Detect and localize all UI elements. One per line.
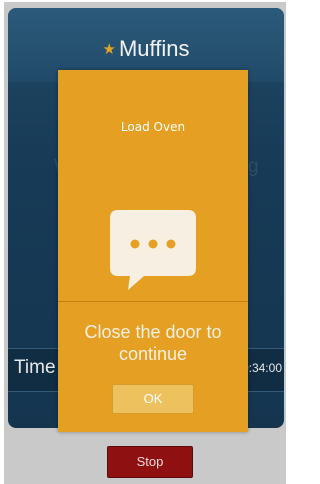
load-oven-dialog: Load Oven Close the door to continue OK [58, 70, 248, 432]
background-status-text-right: g [248, 156, 259, 177]
ok-button[interactable]: OK [112, 384, 194, 414]
recipe-title-row: ★ Muffins [8, 36, 284, 63]
dialog-divider [58, 301, 248, 302]
dialog-message-line-2: continue [118, 344, 188, 364]
dialog-title: Load Oven [120, 120, 186, 134]
dialog-message: Close the door to continue [58, 321, 248, 365]
recipe-title: Muffins [118, 36, 190, 61]
star-icon: ★ [102, 41, 116, 58]
time-label: Time [14, 357, 56, 378]
stop-button[interactable]: Stop [107, 446, 193, 478]
chat-bubble-icon [110, 210, 196, 290]
dialog-message-line-1: Close the door to [84, 322, 222, 342]
screen-frame: ★Muffins W g Time 0:34:00 Stop Load Oven… [4, 2, 286, 484]
